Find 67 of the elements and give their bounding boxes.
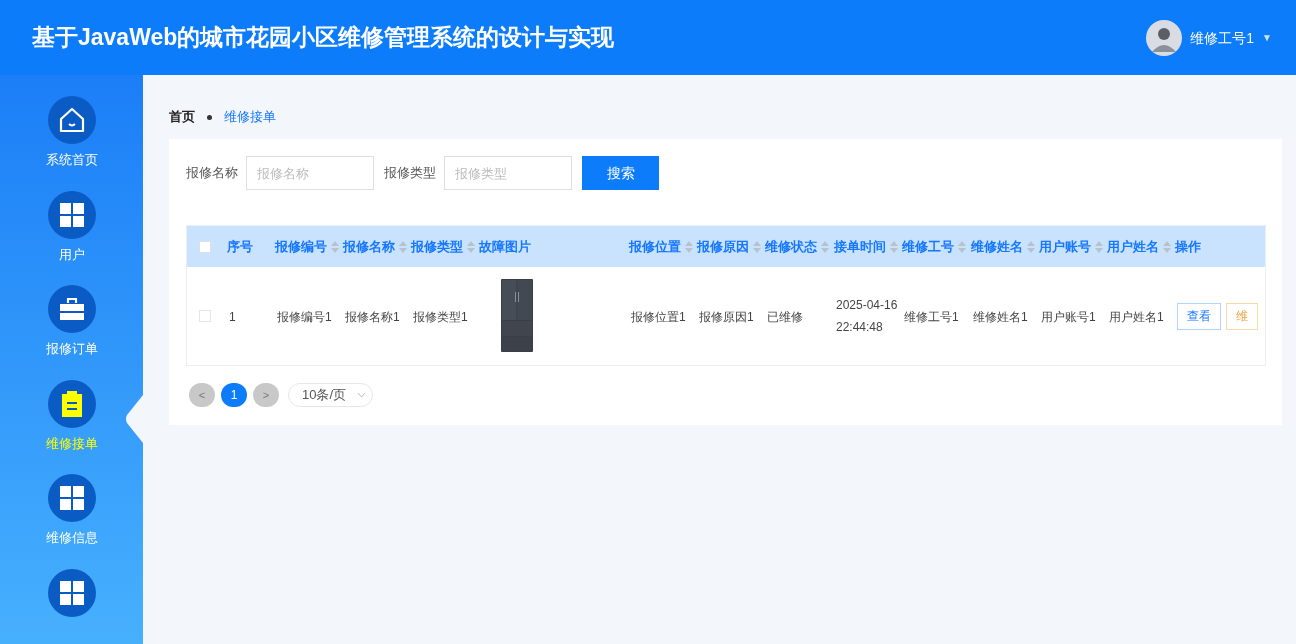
table-cell: 维修工号1 (904, 310, 959, 324)
sidebar-item[interactable]: 用户 (0, 190, 143, 264)
table-cell: 用户姓名1 (1109, 310, 1164, 324)
briefcase-icon (58, 297, 85, 321)
sidebar-item[interactable]: 系统首页 (0, 96, 143, 170)
column-header[interactable]: 用户姓名 (1103, 226, 1171, 267)
column-header[interactable]: 用户账号 (1035, 226, 1103, 267)
table-cell: 报修原因1 (699, 310, 754, 324)
prev-page-button[interactable]: < (189, 383, 215, 407)
sort-icon[interactable] (1027, 240, 1035, 253)
column-header[interactable]: 报修原因 (693, 226, 761, 267)
caret-icon[interactable]: ▼ (1262, 30, 1272, 45)
sort-icon[interactable] (685, 240, 693, 253)
sort-icon[interactable] (331, 240, 339, 253)
grid-icon (58, 579, 85, 606)
select-all-checkbox[interactable] (199, 240, 211, 253)
sort-icon[interactable] (821, 240, 829, 253)
user-name[interactable]: 维修工号1 (1190, 27, 1255, 48)
field-label: 报修名称 (186, 164, 238, 183)
column-header[interactable]: 报修编号 (271, 226, 339, 267)
page-button[interactable]: 1 (221, 383, 247, 407)
sort-icon[interactable] (958, 240, 966, 253)
sort-icon[interactable] (399, 240, 407, 253)
app-title: 基于JavaWeb的城市花园小区维修管理系统的设计与实现 (32, 23, 615, 53)
sidebar-item[interactable]: 维修接单 (0, 379, 143, 453)
active-pointer (125, 394, 143, 443)
grid-icon (58, 201, 85, 228)
table-cell: 已维修 (767, 310, 803, 324)
repair-button[interactable]: 维 (1226, 302, 1258, 330)
sort-icon[interactable] (1163, 240, 1171, 253)
table-cell: 1 (229, 310, 236, 324)
row-checkbox[interactable] (199, 310, 211, 322)
avatar[interactable] (1146, 19, 1183, 56)
next-page-button[interactable]: > (253, 383, 279, 407)
input-field[interactable]: 报修名称 (246, 156, 374, 190)
column-header[interactable]: 维修姓名 (967, 226, 1035, 267)
table-cell: 报修类型1 (413, 310, 468, 324)
sidebar-item[interactable]: 报修订单 (0, 285, 143, 359)
column-header: 故障图片 (478, 237, 532, 256)
sidebar-item[interactable]: 维修信息 (0, 474, 143, 548)
clipboard-icon (60, 390, 83, 417)
field-label: 报修类型 (384, 164, 436, 183)
column-header: 操作 (1174, 237, 1202, 256)
view-button[interactable]: 查看 (1177, 302, 1221, 330)
sort-icon[interactable] (890, 240, 898, 253)
column-header[interactable]: 维修状态 (761, 226, 830, 267)
breadcrumb-item[interactable]: 维修接单 (224, 107, 276, 127)
chevron-icon (357, 392, 366, 398)
table-cell: 维修姓名1 (973, 310, 1028, 324)
table-cell: 报修名称1 (345, 310, 400, 324)
input-field[interactable]: 报修类型 (444, 156, 572, 190)
table-cell-text: 2025-04-16 22:44:48 (836, 297, 898, 336)
table-cell: 报修位置1 (631, 310, 686, 324)
column-header[interactable]: 报修名称 (339, 226, 407, 267)
column-header: 序号 (226, 237, 254, 256)
table-cell: 报修编号1 (277, 310, 332, 324)
sort-icon[interactable] (1095, 240, 1103, 253)
column-header[interactable]: 报修类型 (407, 226, 475, 267)
breadcrumb-item[interactable]: 首页 (169, 107, 195, 127)
search-button[interactable]: 搜索 (582, 156, 659, 190)
column-header[interactable]: 报修位置 (625, 226, 693, 267)
table-cell: 用户账号1 (1041, 310, 1096, 324)
grid-icon (58, 485, 85, 511)
column-header[interactable]: 维修工号 (898, 226, 967, 267)
column-header[interactable]: 接单时间 (830, 226, 898, 267)
sort-icon[interactable] (753, 240, 761, 253)
sort-icon[interactable] (467, 240, 475, 253)
